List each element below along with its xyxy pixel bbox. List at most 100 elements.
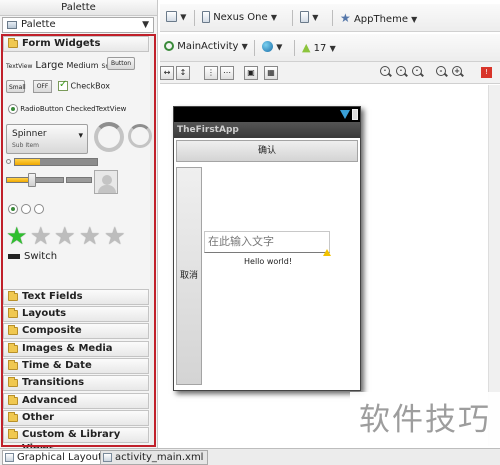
folder-icon	[8, 395, 18, 405]
snap-button[interactable]: ⋯	[220, 66, 234, 80]
widget-progressbar-small[interactable]	[6, 159, 11, 164]
api-level-select[interactable]: ▲ 17 ▼	[302, 41, 336, 54]
folder-icon	[8, 308, 18, 318]
confirm-button[interactable]: 确认	[176, 140, 358, 162]
tab-graphical-layout[interactable]: Graphical Layout	[2, 450, 108, 465]
textview-row: TextViewLargeMediumSmall	[6, 60, 121, 71]
status-bar	[174, 107, 360, 122]
zoom-100-icon[interactable]: ·	[412, 66, 425, 79]
widget-checkbox[interactable]: CheckBox	[58, 79, 111, 91]
category-composite[interactable]: Composite	[3, 323, 149, 339]
seekbar-thumb[interactable]	[28, 173, 36, 187]
switch-icon	[8, 254, 20, 259]
zoom-fit-icon[interactable]: ·	[396, 66, 409, 79]
orientation-button[interactable]: ▼	[300, 11, 318, 23]
category-label: Images & Media	[22, 343, 113, 354]
seek-fill	[7, 178, 30, 182]
category-form-widgets[interactable]: Form Widgets	[3, 36, 149, 52]
activity-select[interactable]: MainActivity ▼	[164, 41, 248, 52]
category-advanced[interactable]: Advanced	[3, 393, 149, 409]
chevron-down-icon: ▼	[241, 42, 248, 51]
text-input[interactable]: 在此输入文字	[204, 231, 330, 253]
layout-config-button[interactable]: ▼	[166, 11, 186, 23]
category-label: Other	[22, 412, 55, 423]
emulate-size-button[interactable]: ▣	[244, 66, 258, 80]
widget-small-button[interactable]: Small	[6, 80, 26, 93]
palette-icon	[7, 21, 17, 29]
preview-button[interactable]: ▦	[264, 66, 278, 80]
widget-textview[interactable]: TextView	[6, 63, 32, 70]
theme-select[interactable]: ★ AppTheme ▼	[340, 11, 417, 25]
radio-icon[interactable]	[34, 204, 45, 214]
folder-icon	[8, 291, 18, 301]
palette-scrollbar[interactable]	[150, 36, 155, 445]
widget-button[interactable]: Button	[107, 57, 136, 70]
category-label: Form Widgets	[22, 38, 101, 49]
locale-select[interactable]: ▼	[262, 41, 282, 53]
avatar-head	[102, 175, 112, 185]
radio-icon	[8, 104, 18, 114]
show-grid-button[interactable]: ⋮	[204, 66, 218, 80]
toolbar-separator	[294, 40, 295, 56]
chevron-down-icon: ▼	[411, 15, 418, 24]
toolbar-separator	[292, 10, 293, 26]
star-icon: ★	[79, 222, 101, 250]
chevron-down-icon: ▼	[180, 12, 187, 22]
chevron-down-icon: ▼	[329, 44, 336, 53]
widget-progressbar-large[interactable]	[94, 122, 124, 152]
layout-actions-toolbar: ↔ ↕ ⋮ ⋯ ▣ ▦ · · · - + !	[160, 62, 500, 84]
xml-file-icon	[103, 453, 112, 462]
folder-icon	[8, 38, 18, 48]
widget-radiobutton[interactable]: RadioButton CheckedTextView	[8, 104, 126, 114]
widget-quickcontactbadge[interactable]	[94, 170, 118, 194]
fill-height-button[interactable]: ↕	[176, 66, 190, 80]
device-select[interactable]: Nexus One ▼	[202, 11, 277, 23]
widget-medium-text[interactable]: Medium	[67, 61, 99, 70]
widget-checkedtextview[interactable]: CheckedTextView	[66, 105, 127, 113]
chevron-down-icon: ▼	[270, 13, 277, 22]
device-preview: TheFirstApp 确认 取消 在此输入文字 Hello world!	[173, 106, 361, 391]
activity-toolbar: MainActivity ▼ ▼ ▲ 17 ▼	[160, 34, 500, 62]
android-icon: ▲	[302, 41, 311, 54]
category-other[interactable]: Other	[3, 410, 149, 426]
warning-icon	[323, 249, 331, 256]
category-layouts[interactable]: Layouts	[3, 306, 149, 322]
category-custom-library-views[interactable]: Custom & Library Views	[3, 427, 149, 454]
category-label: Composite	[22, 325, 82, 336]
widget-large-text[interactable]: Large	[35, 60, 63, 71]
widget-spinner[interactable]: Spinner Sub Item ▾	[6, 124, 88, 154]
error-icon[interactable]: !	[481, 67, 492, 78]
category-images-media[interactable]: Images & Media	[3, 341, 149, 357]
category-label: Advanced	[22, 395, 78, 406]
radio-group-row	[8, 204, 45, 215]
spinner-caret-icon: ▾	[78, 131, 83, 141]
category-label: Text Fields	[22, 291, 83, 302]
zoom-in-icon[interactable]: +	[452, 66, 465, 79]
folder-icon	[8, 377, 18, 387]
fill-width-button[interactable]: ↔	[160, 66, 174, 80]
hello-text: Hello world!	[244, 257, 293, 266]
radio-icon[interactable]	[21, 204, 32, 214]
checkbox-label: CheckBox	[70, 81, 111, 91]
rotate-icon	[300, 11, 309, 23]
widget-toggle-button[interactable]: OFF	[33, 80, 52, 93]
tab-activity-main-xml[interactable]: activity_main.xml	[100, 450, 209, 465]
category-transitions[interactable]: Transitions	[3, 375, 149, 391]
folder-icon	[8, 429, 18, 439]
folder-icon	[8, 343, 18, 353]
cancel-button[interactable]: 取消	[176, 167, 202, 385]
activity-label: MainActivity	[177, 41, 239, 52]
category-time-date[interactable]: Time & Date	[3, 358, 149, 374]
category-label: Time & Date	[22, 360, 92, 371]
widget-progressbar-normal[interactable]	[128, 124, 152, 148]
category-text-fields[interactable]: Text Fields	[3, 289, 149, 305]
star-icon: ★	[104, 222, 126, 250]
zoom-real-icon[interactable]: ·	[380, 66, 393, 79]
radio-icon[interactable]	[8, 204, 18, 214]
palette-panel: Palette Palette ▼ Form Widgets TextView L…	[0, 0, 158, 454]
palette-mode-select[interactable]: Palette ▼	[2, 17, 154, 33]
layout-icon	[166, 11, 177, 22]
zoom-out-icon[interactable]: -	[436, 66, 449, 79]
widget-switch[interactable]: Switch	[24, 251, 57, 262]
widget-progressbar-horizontal[interactable]	[14, 158, 98, 166]
